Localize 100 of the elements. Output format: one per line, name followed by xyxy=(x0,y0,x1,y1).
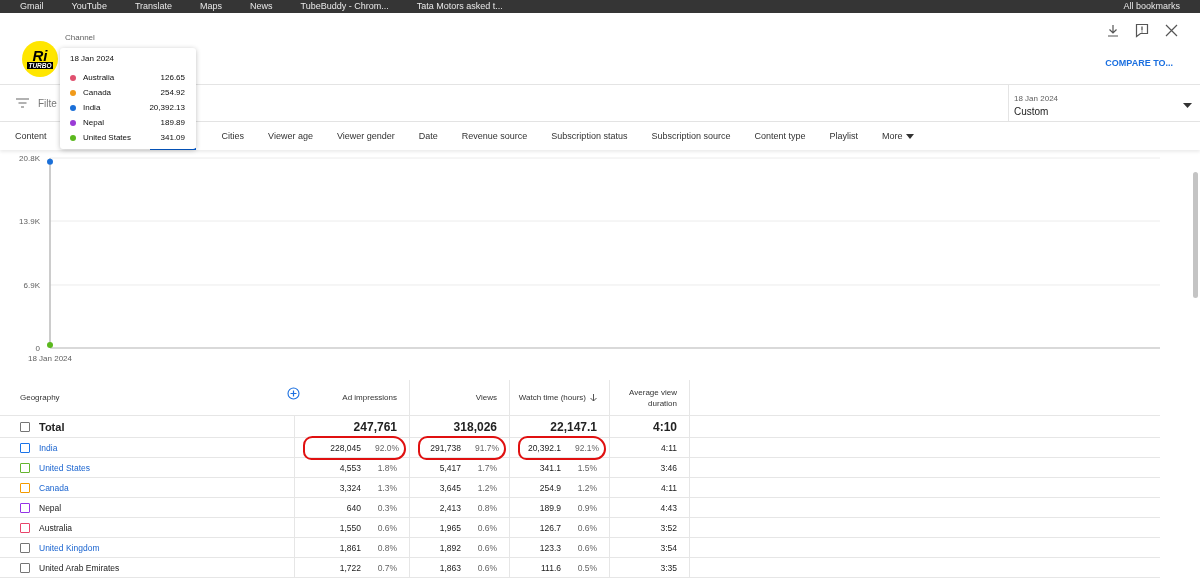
country-link[interactable]: United Kingdom xyxy=(39,542,100,553)
bookmark-link[interactable]: YouTube xyxy=(71,1,107,12)
table-cell: 4:43 xyxy=(660,502,677,513)
percent-cell: 91.7% xyxy=(475,442,497,453)
total-label: Total xyxy=(39,420,65,433)
table-cell: 291,738 xyxy=(430,442,461,453)
bookmark-link[interactable]: Translate xyxy=(134,1,173,12)
column-header[interactable]: Views xyxy=(475,392,497,403)
percent-cell-text: 0.3% xyxy=(376,502,397,513)
bookmark-link[interactable]: Gmail xyxy=(20,1,44,12)
tab[interactable]: Subscription source xyxy=(651,131,731,141)
tab[interactable]: Date xyxy=(418,131,438,141)
tooltip-date: 18 Jan 2024 xyxy=(70,54,116,63)
percent-cell-text: 0.6% xyxy=(576,542,597,553)
tab[interactable]: Playlist xyxy=(829,131,858,141)
percent-cell-text: 1.7% xyxy=(476,462,497,473)
column-header[interactable]: Watch time (hours) xyxy=(518,392,597,403)
table-cell: 640 xyxy=(346,502,361,513)
series-value: 20,392.13 xyxy=(149,103,185,112)
table-cell: 247,761 xyxy=(353,419,397,434)
country-name: United Arab Emirates xyxy=(39,562,120,573)
table-cell: 22,147.1 xyxy=(550,419,597,434)
percent-cell-text: 1.8% xyxy=(376,462,397,473)
series-name: Nepal xyxy=(83,118,105,127)
percent-cell-text: 1.2% xyxy=(576,482,597,493)
percent-cell-text: 0.6% xyxy=(576,522,597,533)
tab[interactable]: Content xyxy=(15,131,47,141)
table-cell: 318,026 xyxy=(453,419,497,434)
table-cell: 123.3 xyxy=(539,542,561,553)
tab[interactable]: Viewer gender xyxy=(336,131,395,141)
table-cell: 254.9 xyxy=(539,482,561,493)
percent-cell-text: 0.6% xyxy=(476,562,497,573)
table-cell: 20,392.1 xyxy=(527,442,561,453)
table-cell: 111.6 xyxy=(541,562,561,573)
table-cell: 4:11 xyxy=(661,442,677,453)
table-cell: 3:52 xyxy=(660,522,677,533)
tab[interactable]: Subscription status xyxy=(551,131,628,141)
country-link[interactable]: India xyxy=(39,442,58,453)
table-cell: 126.7 xyxy=(539,522,561,533)
table-cell: 189.9 xyxy=(539,502,561,513)
bookmark-link[interactable]: All bookmarks xyxy=(1123,1,1180,12)
table-cell: 1,965 xyxy=(439,522,461,533)
table-cell: 341.1 xyxy=(539,462,561,473)
country-link[interactable]: United States xyxy=(39,462,91,473)
tab[interactable]: Cities xyxy=(221,131,245,141)
table-cell: 2,413 xyxy=(439,502,461,513)
bookmark-link[interactable]: TubeBuddy - Chrom... xyxy=(300,1,389,12)
percent-cell: 92.0% xyxy=(375,442,397,453)
percent-cell-text: 1.2% xyxy=(476,482,497,493)
series-value: 254.92 xyxy=(160,88,185,97)
series-name: India xyxy=(83,103,102,112)
compare-link[interactable]: COMPARE TO... xyxy=(1105,58,1173,68)
column-header[interactable]: Geography xyxy=(20,392,60,403)
tab[interactable]: Content type xyxy=(754,131,806,141)
table-cell: 1,861 xyxy=(339,542,361,553)
table-cell: 1,722 xyxy=(339,562,361,573)
channel-label: Channel xyxy=(65,33,95,42)
table-cell: 3,324 xyxy=(339,482,361,493)
country-link[interactable]: Canada xyxy=(39,482,69,493)
filter-field[interactable]: Filte xyxy=(38,97,57,109)
percent-cell-text: 0.6% xyxy=(476,522,497,533)
table-cell: 3:35 xyxy=(660,562,677,573)
x-tick-label: 18 Jan 2024 xyxy=(28,354,72,363)
percent-cell-text: 0.5% xyxy=(576,562,597,573)
percent-cell-text: 1.3% xyxy=(376,482,397,493)
tab[interactable]: Viewer age xyxy=(268,131,313,141)
series-value: 189.89 xyxy=(160,118,185,127)
series-name: Australia xyxy=(83,73,116,82)
table-cell: 228,045 xyxy=(330,442,361,453)
column-header[interactable]: Ad impressions xyxy=(342,392,397,403)
series-name: United States xyxy=(83,133,133,142)
date-range-dropdown[interactable]: 18 Jan 2024 Custom xyxy=(1008,85,1200,121)
y-tick-label: 6.9K xyxy=(23,280,40,290)
percent-cell: 92.1% xyxy=(575,442,597,453)
series-value: 341.09 xyxy=(160,133,185,142)
bookmark-link[interactable]: Maps xyxy=(200,1,223,12)
series-value: 126.65 xyxy=(160,73,185,82)
percent-cell-text: 0.7% xyxy=(376,562,397,573)
percent-cell-text: 0.6% xyxy=(476,542,497,553)
table-cell: 1,892 xyxy=(439,542,461,553)
y-tick-label: 0 xyxy=(35,344,40,353)
table-cell: 3,645 xyxy=(439,482,461,493)
bookmark-link[interactable]: Tata Motors asked t... xyxy=(416,1,503,12)
column-header[interactable]: Average view duration xyxy=(610,386,677,409)
percent-cell-text: 0.9% xyxy=(576,502,597,513)
y-tick-label: 20.8K xyxy=(19,154,40,163)
series-name: Canada xyxy=(83,88,113,97)
tab[interactable]: Revenue source xyxy=(461,131,528,141)
bookmark-link[interactable]: News xyxy=(250,1,273,12)
table-cell: 3:46 xyxy=(660,462,677,473)
country-name: Nepal xyxy=(39,502,62,513)
table-cell: 4:11 xyxy=(661,482,677,493)
table-cell: 3:54 xyxy=(660,542,677,553)
percent-cell-text: 0.8% xyxy=(476,502,497,513)
percent-cell-text: 0.8% xyxy=(376,542,397,553)
tab[interactable]: More xyxy=(882,131,914,141)
percent-cell-text: 0.6% xyxy=(376,522,397,533)
table-cell: 5,417 xyxy=(439,462,461,473)
percent-cell-text: 1.5% xyxy=(576,462,597,473)
y-tick-label: 13.9K xyxy=(19,217,40,227)
